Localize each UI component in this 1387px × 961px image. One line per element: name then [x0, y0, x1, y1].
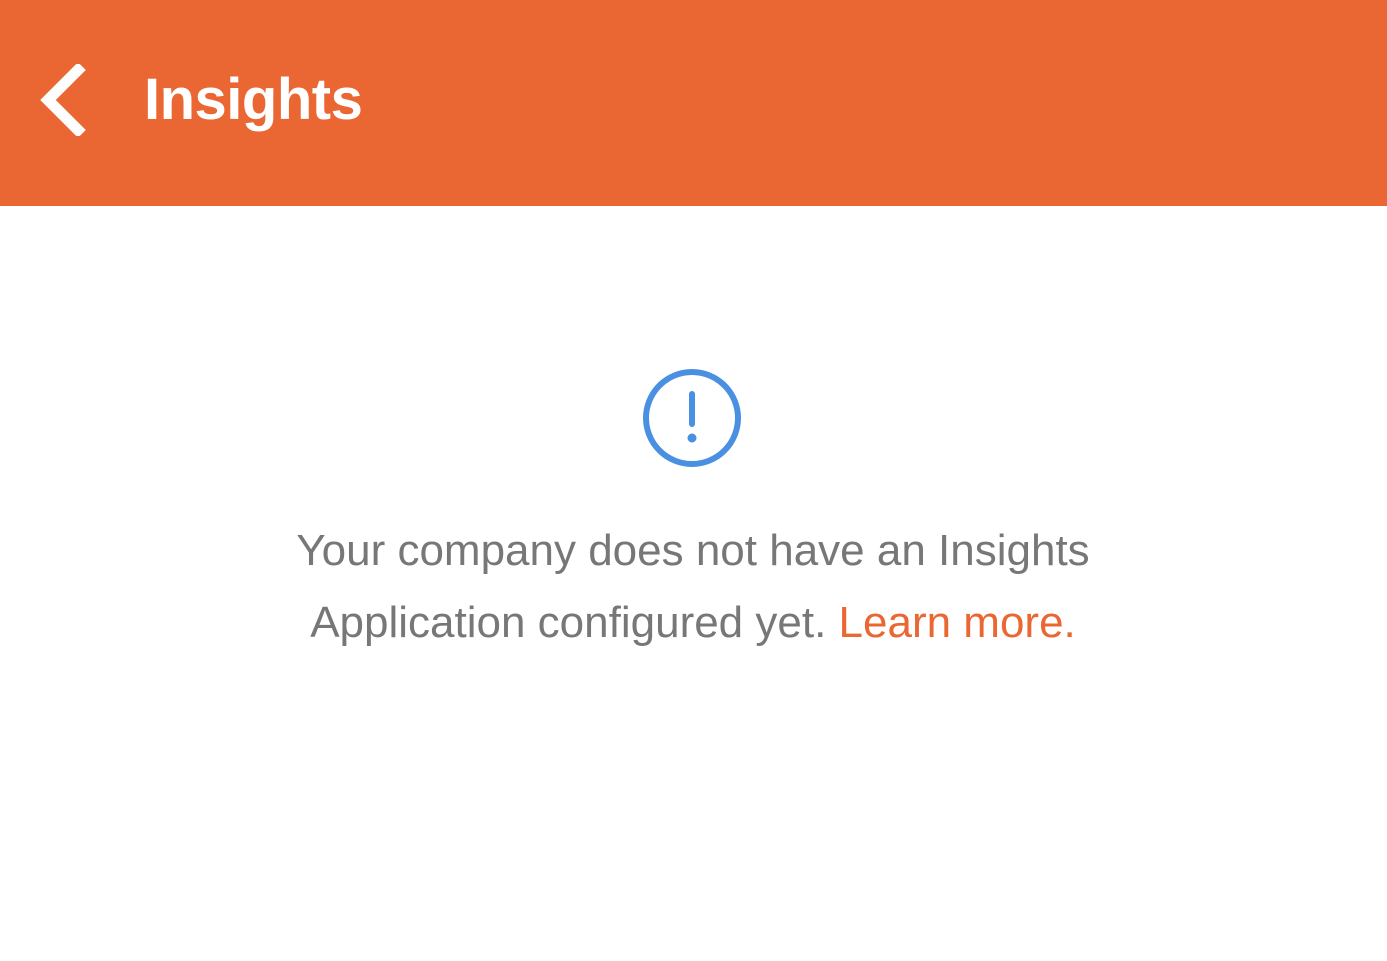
- message-line-2: Application configured yet.: [310, 598, 827, 647]
- empty-state-panel: Your company does not have an Insights A…: [0, 206, 1387, 961]
- empty-state-message: Your company does not have an Insights A…: [200, 515, 1186, 659]
- message-line-1: Your company does not have an Insights: [296, 526, 1090, 575]
- exclamation-circle-icon: [641, 367, 743, 469]
- back-button[interactable]: [30, 58, 100, 142]
- app-header: Insights: [0, 0, 1387, 206]
- page-title: Insights: [144, 67, 363, 132]
- learn-more-link[interactable]: Learn more.: [839, 598, 1076, 647]
